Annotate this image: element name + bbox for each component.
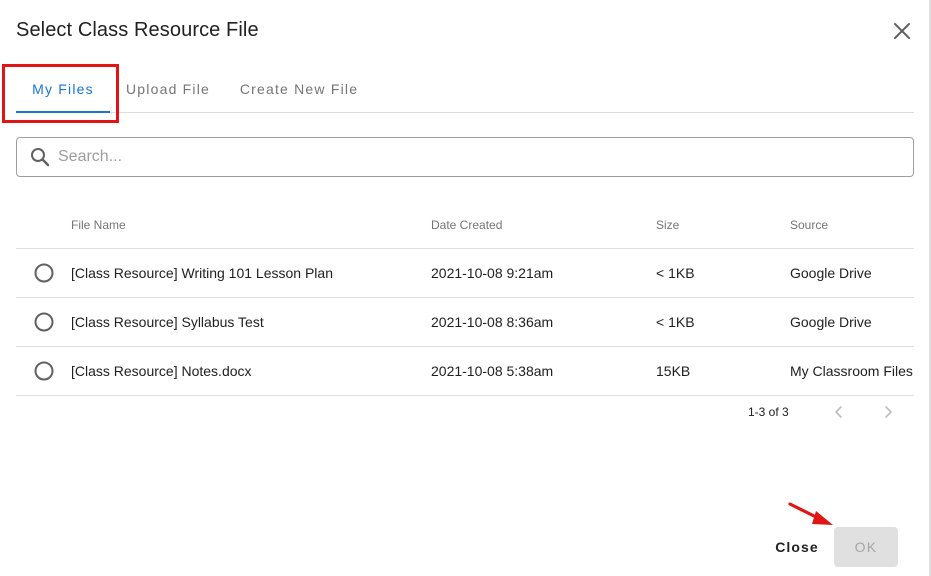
- red-arrow-icon: [788, 502, 833, 525]
- file-name: [Class Resource] Notes.docx: [71, 363, 252, 379]
- column-header-source: Source: [790, 218, 829, 232]
- search-field[interactable]: [16, 137, 914, 177]
- chevron-right-icon[interactable]: [876, 400, 900, 424]
- file-source: Google Drive: [790, 314, 872, 330]
- tab-create-new-file[interactable]: Create New File: [234, 66, 364, 112]
- radio-unchecked-icon[interactable]: [34, 361, 54, 381]
- tab-my-files[interactable]: My Files: [16, 66, 110, 113]
- radio-unchecked-icon[interactable]: [34, 312, 54, 332]
- close-button[interactable]: Close: [769, 531, 825, 563]
- date-created: 2021-10-08 9:21am: [431, 265, 554, 281]
- table-row[interactable]: [Class Resource] Notes.docx 2021-10-08 5…: [16, 347, 914, 396]
- tab-label: Create New File: [239, 81, 359, 97]
- file-size: 15KB: [656, 363, 691, 379]
- pagination-range: 1-3 of 3: [748, 405, 789, 419]
- pagination: 1-3 of 3: [16, 400, 914, 424]
- tab-upload-file[interactable]: Upload File: [118, 66, 218, 112]
- tab-label: My Files: [32, 81, 94, 97]
- search-icon: [31, 148, 50, 167]
- radio-unchecked-icon[interactable]: [34, 263, 54, 283]
- file-size: < 1KB: [656, 265, 695, 281]
- select-file-dialog: Select Class Resource File My Files Uplo…: [0, 0, 931, 576]
- column-header-date-created: Date Created: [431, 218, 503, 232]
- chevron-left-icon[interactable]: [827, 400, 851, 424]
- table-header: File Name Date Created Size Source: [16, 200, 914, 249]
- file-source: My Classroom Files: [790, 363, 913, 379]
- close-icon[interactable]: [890, 19, 914, 43]
- date-created: 2021-10-08 8:36am: [431, 314, 554, 330]
- column-header-file-name: File Name: [71, 218, 126, 232]
- date-created: 2021-10-08 5:38am: [431, 363, 554, 379]
- search-input[interactable]: [56, 147, 880, 167]
- tab-label: Upload File: [125, 81, 210, 97]
- file-size: < 1KB: [656, 314, 695, 330]
- file-name: [Class Resource] Syllabus Test: [71, 314, 264, 330]
- tab-bar: My Files Upload File Create New File: [16, 66, 914, 113]
- dialog-title: Select Class Resource File: [16, 19, 259, 41]
- table-row[interactable]: [Class Resource] Syllabus Test 2021-10-0…: [16, 298, 914, 347]
- files-table: File Name Date Created Size Source [Clas…: [16, 200, 914, 396]
- column-header-size: Size: [656, 218, 680, 232]
- file-name: [Class Resource] Writing 101 Lesson Plan: [71, 265, 333, 281]
- file-source: Google Drive: [790, 265, 872, 281]
- table-row[interactable]: [Class Resource] Writing 101 Lesson Plan…: [16, 249, 914, 298]
- ok-button[interactable]: OK: [834, 527, 898, 567]
